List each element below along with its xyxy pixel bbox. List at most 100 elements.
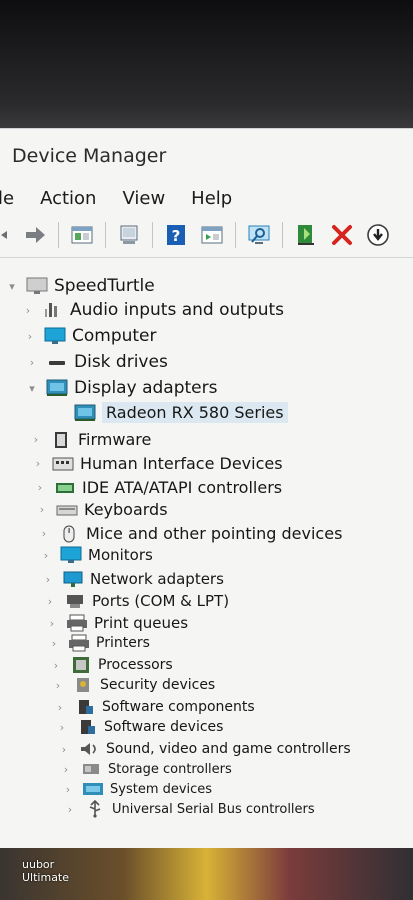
chevron-right-icon[interactable]: ›: [46, 617, 58, 630]
svg-text:?: ?: [172, 227, 181, 245]
firmware-icon: [50, 431, 72, 449]
tree-item[interactable]: › Audio inputs and outputs: [22, 300, 284, 320]
show-hidden-icon[interactable]: [199, 222, 225, 248]
tree-item-label: Security devices: [100, 677, 216, 693]
tree-item-label: Processors: [98, 657, 173, 673]
ide-icon: [54, 479, 76, 497]
sound-icon: [78, 740, 100, 758]
update-driver-icon[interactable]: [116, 222, 142, 248]
tree-item[interactable]: › Storage controllers: [60, 760, 232, 778]
chevron-down-icon[interactable]: ▾: [26, 382, 38, 395]
window-title: Device Manager: [12, 145, 167, 167]
chevron-right-icon[interactable]: ›: [34, 481, 46, 494]
software-icon: [76, 718, 98, 736]
tree-item[interactable]: › System devices: [62, 780, 212, 798]
chevron-right-icon[interactable]: ›: [64, 803, 76, 816]
system-icon: [82, 780, 104, 798]
tree-item[interactable]: › Software components: [54, 698, 255, 716]
tree-item[interactable]: › Universal Serial Bus controllers: [64, 800, 315, 818]
computer-icon: [26, 277, 48, 295]
display-adapter-icon: [74, 404, 96, 422]
toolbar: ?: [0, 213, 413, 258]
chevron-right-icon[interactable]: ›: [24, 330, 36, 343]
back-arrow-icon[interactable]: [0, 222, 12, 248]
chevron-right-icon[interactable]: ›: [58, 743, 70, 756]
chevron-right-icon[interactable]: ›: [52, 679, 64, 692]
tree-item[interactable]: › IDE ATA/ATAPI controllers: [34, 478, 282, 497]
mouse-icon: [58, 525, 80, 543]
tree-item-label: Ports (COM & LPT): [92, 592, 230, 610]
tree-child-label: Radeon RX 580 Series: [102, 402, 288, 423]
tree-item-label: Firmware: [78, 430, 152, 449]
printer-icon: [68, 634, 90, 652]
tree-item[interactable]: › Print queues: [46, 614, 188, 632]
tree-item[interactable]: ▾ Display adapters: [26, 378, 217, 398]
tree-item[interactable]: › Network adapters: [42, 570, 224, 588]
chevron-right-icon[interactable]: ›: [36, 503, 48, 516]
chevron-right-icon[interactable]: ›: [48, 637, 60, 650]
chevron-right-icon[interactable]: ›: [38, 527, 50, 540]
tree-item[interactable]: › Disk drives: [26, 352, 168, 372]
tree-item-label: Disk drives: [74, 352, 168, 372]
enable-device-icon[interactable]: [293, 222, 319, 248]
uninstall-x-icon[interactable]: [329, 222, 355, 248]
chevron-right-icon[interactable]: ›: [44, 595, 56, 608]
hid-icon: [52, 455, 74, 473]
tree-item-label: Monitors: [88, 546, 153, 564]
usb-icon: [84, 800, 106, 818]
menu-action[interactable]: Action: [40, 188, 96, 209]
chevron-right-icon[interactable]: ›: [32, 457, 44, 470]
help-icon[interactable]: ?: [163, 222, 189, 248]
tree-item-label: Display adapters: [74, 378, 218, 398]
tree-child-item[interactable]: Radeon RX 580 Series: [66, 402, 288, 423]
forward-arrow-icon[interactable]: [22, 222, 48, 248]
chevron-right-icon[interactable]: ›: [62, 783, 74, 796]
chevron-right-icon[interactable]: ›: [26, 356, 38, 369]
tree-item[interactable]: › Firmware: [30, 430, 152, 449]
port-icon: [64, 592, 86, 610]
menu-bar: le Action View Help: [0, 183, 413, 213]
tree-item[interactable]: › Security devices: [52, 676, 215, 694]
storage-icon: [80, 760, 102, 778]
tree-item-label: System devices: [110, 781, 213, 797]
toolbar-separator: [152, 222, 153, 248]
chevron-right-icon[interactable]: ›: [50, 659, 62, 672]
menu-help[interactable]: Help: [191, 188, 232, 209]
title-bar: Device Manager: [0, 129, 413, 183]
properties-icon[interactable]: [69, 222, 95, 248]
toolbar-separator: [58, 222, 59, 248]
chevron-down-icon[interactable]: ▾: [6, 280, 18, 293]
chevron-right-icon[interactable]: ›: [40, 549, 52, 562]
chevron-right-icon[interactable]: ›: [30, 433, 42, 446]
desktop-label-line1: uubor: [22, 858, 55, 871]
tree-item[interactable]: › Monitors: [40, 546, 153, 564]
tree-item[interactable]: › Human Interface Devices: [32, 454, 283, 473]
chevron-right-icon[interactable]: ›: [54, 701, 66, 714]
tree-item[interactable]: › Sound, video and game controllers: [58, 740, 351, 758]
tree-root[interactable]: ▾ SpeedTurtle: [6, 276, 154, 296]
tree-item[interactable]: › Processors: [50, 656, 173, 674]
chevron-right-icon[interactable]: ›: [42, 573, 54, 586]
tree-item-label: Software components: [102, 699, 255, 715]
display-adapter-icon: [46, 379, 68, 397]
menu-view[interactable]: View: [122, 188, 165, 209]
tree-item-label: Storage controllers: [108, 761, 232, 777]
chevron-right-icon[interactable]: ›: [60, 763, 72, 776]
scan-hardware-icon[interactable]: [246, 222, 272, 248]
tree-item[interactable]: › Software devices: [56, 718, 224, 736]
tree-item-label: Human Interface Devices: [80, 454, 283, 473]
tree-item[interactable]: › Ports (COM & LPT): [44, 592, 229, 610]
chevron-right-icon[interactable]: ›: [22, 304, 34, 317]
tree-item-label: Mice and other pointing devices: [86, 524, 343, 543]
menu-file[interactable]: le: [0, 188, 14, 209]
chevron-right-icon[interactable]: ›: [56, 721, 68, 734]
download-icon[interactable]: [365, 222, 391, 248]
tree-item[interactable]: › Mice and other pointing devices: [38, 524, 343, 543]
keyboard-icon: [56, 501, 78, 519]
tree-item-label: IDE ATA/ATAPI controllers: [82, 478, 283, 497]
desktop-shortcut-label[interactable]: uubor Ultimate: [22, 858, 69, 884]
tree-item[interactable]: › Printers: [48, 634, 150, 652]
tree-item[interactable]: › Keyboards: [36, 500, 168, 519]
screen-bezel: [0, 0, 413, 130]
tree-item[interactable]: › Computer: [24, 326, 157, 346]
